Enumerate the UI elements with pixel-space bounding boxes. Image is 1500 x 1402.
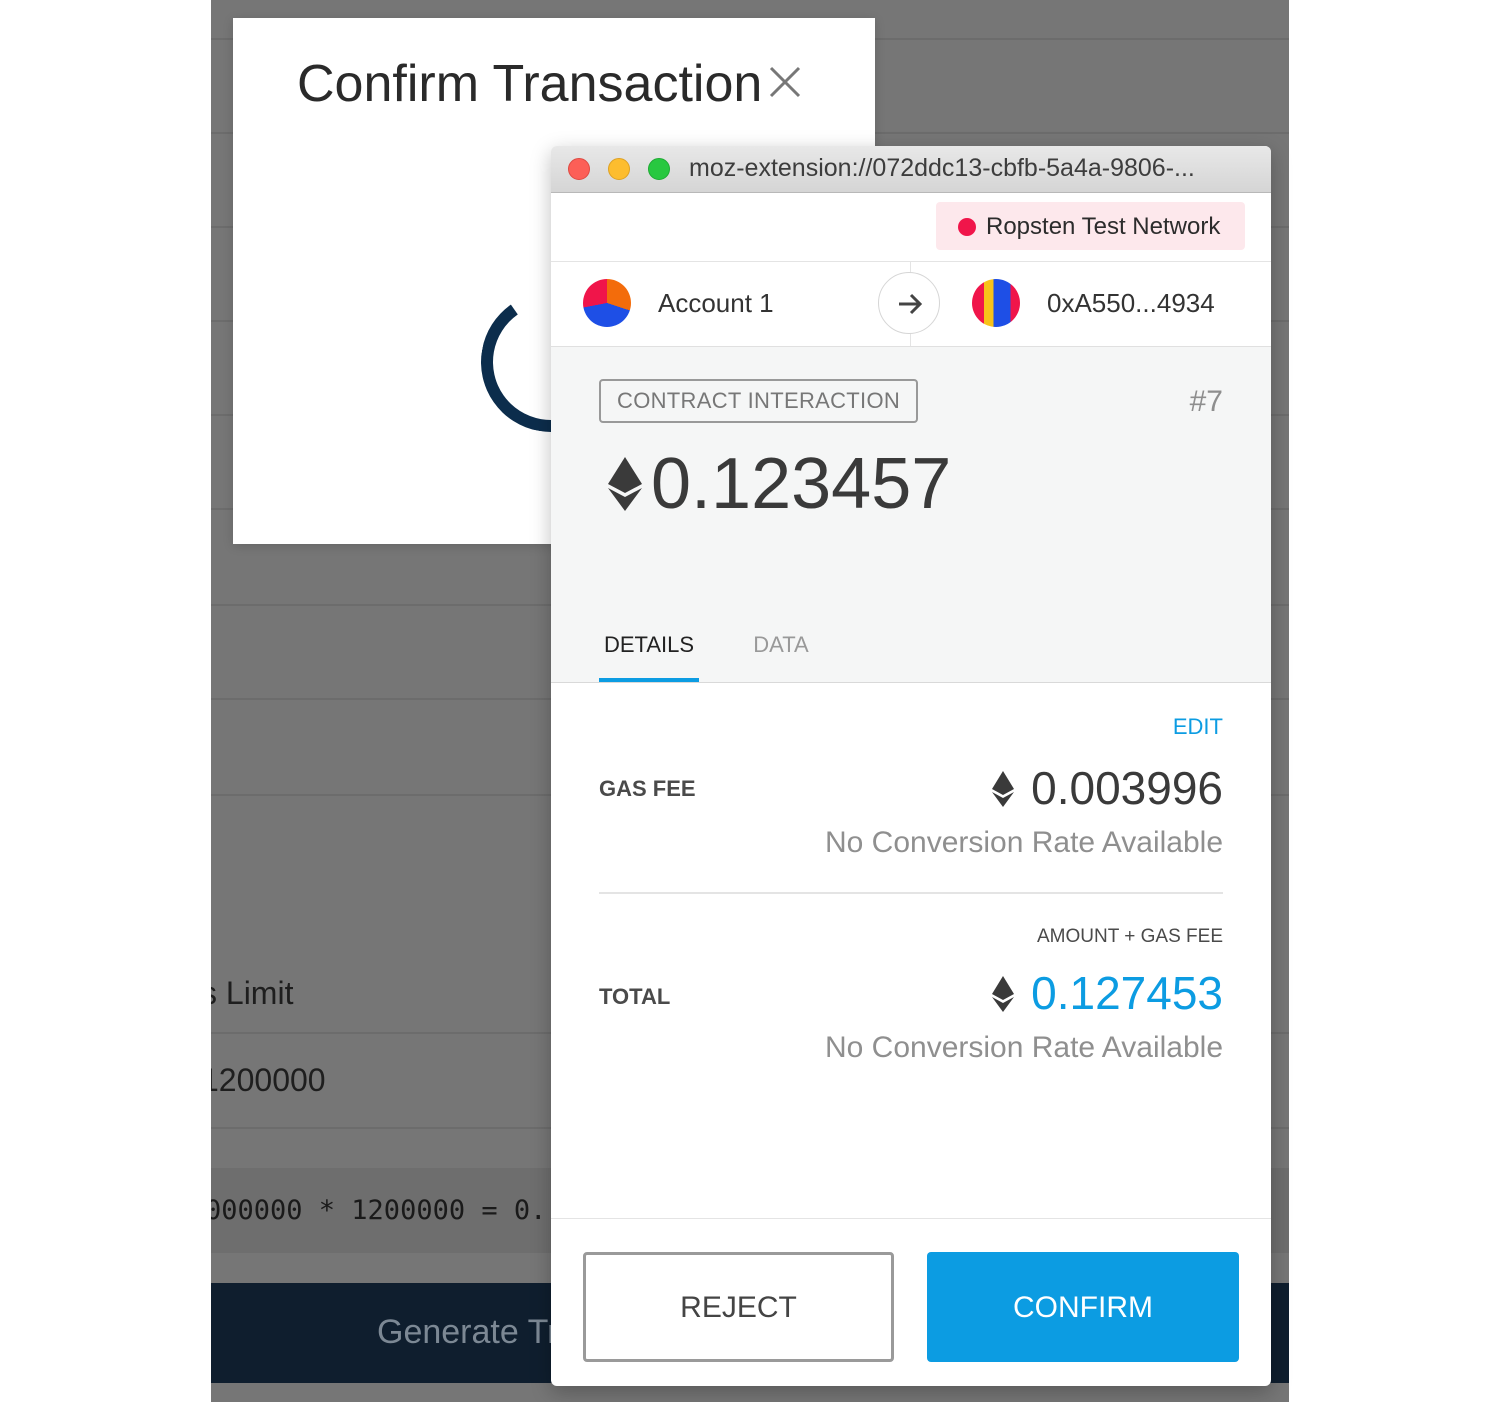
network-selector[interactable]: Ropsten Test Network	[936, 202, 1245, 250]
fee-formula: 000000 * 1200000 = 0.	[211, 1195, 547, 1226]
window-titlebar[interactable]: moz-extension://072ddc13-cbfb-5a4a-9806-…	[551, 146, 1271, 193]
ethereum-icon	[992, 771, 1014, 807]
generate-transaction-label: Generate Tr	[377, 1313, 559, 1351]
network-bar: Ropsten Test Network	[551, 193, 1271, 262]
network-name: Ropsten Test Network	[986, 213, 1221, 240]
transaction-nonce: #7	[1189, 385, 1223, 418]
metamask-popup: moz-extension://072ddc13-cbfb-5a4a-9806-…	[551, 146, 1271, 1386]
arrow-circle	[878, 272, 940, 334]
window-url: moz-extension://072ddc13-cbfb-5a4a-9806-…	[689, 154, 1195, 182]
recipient-identicon	[972, 279, 1020, 327]
sender-account-name: Account 1	[658, 288, 774, 318]
gas-fee-value: 0.003996	[1031, 762, 1223, 814]
ethereum-icon	[608, 457, 642, 511]
network-status-dot	[958, 218, 976, 236]
total-fiat: No Conversion Rate Available	[824, 1031, 1223, 1064]
window-maximize-button[interactable]	[648, 158, 670, 180]
transaction-summary: CONTRACT INTERACTION #7 0.123457 DETAILS…	[551, 347, 1271, 683]
modal-title: Confirm Transaction	[297, 55, 763, 113]
window-minimize-button[interactable]	[608, 158, 630, 180]
total-sublabel: AMOUNT + GAS FEE	[1037, 926, 1223, 947]
divider	[599, 892, 1223, 894]
window-close-button[interactable]	[568, 158, 590, 180]
gas-limit-value: 1200000	[211, 1062, 326, 1098]
ethereum-icon	[992, 976, 1014, 1012]
recipient-address: 0xA550...4934	[1047, 288, 1215, 318]
transaction-type-badge: CONTRACT INTERACTION	[599, 379, 919, 423]
sender-identicon	[583, 279, 631, 327]
sender-recipient-bar: Account 1 0xA550...4934	[551, 262, 1271, 347]
gas-limit-label: s Limit	[211, 975, 294, 1011]
reject-button[interactable]: REJECT	[583, 1252, 894, 1362]
confirm-button[interactable]: CONFIRM	[927, 1252, 1239, 1362]
total-label: TOTAL	[599, 984, 671, 1009]
total-value: 0.127453	[1031, 967, 1223, 1019]
tab-data[interactable]: DATA	[741, 629, 821, 682]
divider	[551, 1218, 1271, 1219]
gas-fee-fiat: No Conversion Rate Available	[824, 826, 1223, 859]
arrow-right-icon	[899, 293, 923, 315]
close-icon[interactable]	[765, 62, 805, 102]
transaction-amount: 0.123457	[651, 444, 952, 524]
edit-gas-link[interactable]: EDIT	[1173, 714, 1223, 740]
tab-details[interactable]: DETAILS	[599, 629, 699, 682]
gas-fee-label: GAS FEE	[599, 776, 696, 801]
